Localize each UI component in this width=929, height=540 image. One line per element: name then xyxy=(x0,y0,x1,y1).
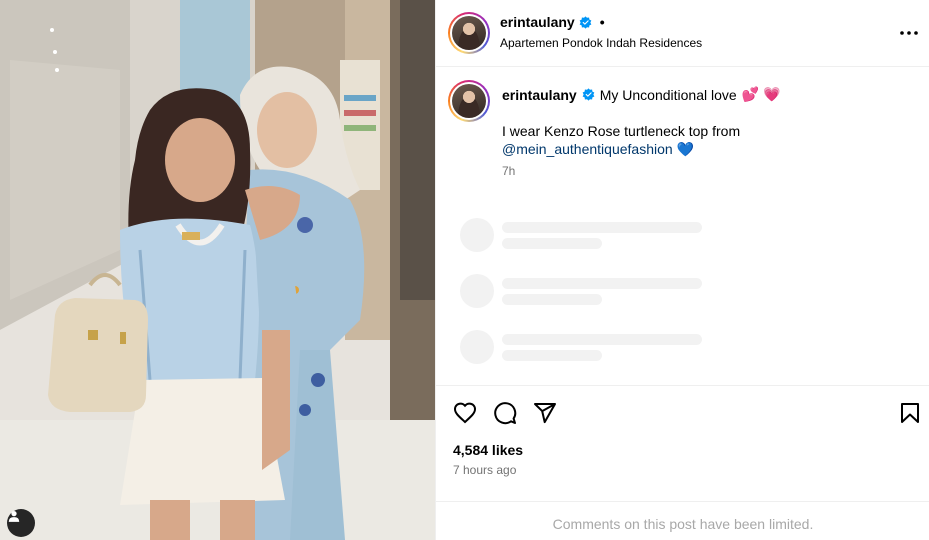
heart-icon xyxy=(453,402,477,424)
caption-lead-text: My Unconditional love xyxy=(599,86,737,103)
header-username[interactable]: erintaulany xyxy=(500,14,575,30)
more-options-button[interactable] xyxy=(898,22,920,44)
avatar-image xyxy=(452,84,486,118)
bookmark-icon xyxy=(901,403,919,423)
comment-skeleton xyxy=(460,330,720,366)
caption-avatar[interactable] xyxy=(448,80,490,122)
likes-count[interactable]: 4,584 likes xyxy=(453,442,523,458)
verified-badge-icon xyxy=(582,88,595,101)
post-photo[interactable] xyxy=(0,0,435,540)
post-sidebar: erintaulany • Apartemen Pondok Indah Res… xyxy=(435,0,929,540)
paper-plane-icon xyxy=(534,403,556,424)
comment-bubble-icon xyxy=(494,402,517,425)
comments-limited-area: Comments on this post have been limited. xyxy=(436,501,929,540)
mention-emoji: 💙 xyxy=(676,141,694,157)
user-tag-icon xyxy=(8,511,20,522)
more-options-icon xyxy=(900,31,918,35)
share-button[interactable] xyxy=(532,400,558,426)
verified-badge-icon xyxy=(579,15,592,29)
caption-body: I wear Kenzo Rose turtleneck top from @m… xyxy=(502,122,902,158)
comment-skeleton xyxy=(460,274,720,310)
user-tag-button[interactable] xyxy=(7,509,35,537)
comment-button[interactable] xyxy=(492,400,518,426)
caption-mention-link[interactable]: @mein_authentiquefashion xyxy=(502,141,673,157)
header-avatar[interactable] xyxy=(448,12,490,54)
comments-limited-notice: Comments on this post have been limited. xyxy=(552,516,814,532)
save-button[interactable] xyxy=(897,400,923,426)
header-separator: • xyxy=(599,14,605,30)
comment-skeleton xyxy=(460,218,720,254)
post-time-ago[interactable]: 7 hours ago xyxy=(453,463,516,477)
caption-body-text: I wear Kenzo Rose turtleneck top from xyxy=(502,123,741,139)
like-button[interactable] xyxy=(452,400,478,426)
post-location[interactable]: Apartemen Pondok Indah Residences xyxy=(500,36,702,50)
avatar-image xyxy=(452,16,486,50)
caption-emoji: 💕 💗 xyxy=(741,86,781,102)
photo-illustration xyxy=(0,0,435,540)
caption-first-line: erintaulany My Unconditional love 💕 💗 xyxy=(502,86,780,103)
post-header: erintaulany • Apartemen Pondok Indah Res… xyxy=(436,0,929,67)
caption-timestamp[interactable]: 7h xyxy=(502,164,515,178)
caption-username[interactable]: erintaulany xyxy=(502,87,577,103)
header-username-row: erintaulany • xyxy=(500,14,605,30)
post-actions: 4,584 likes 7 hours ago Comments on this… xyxy=(436,385,929,540)
